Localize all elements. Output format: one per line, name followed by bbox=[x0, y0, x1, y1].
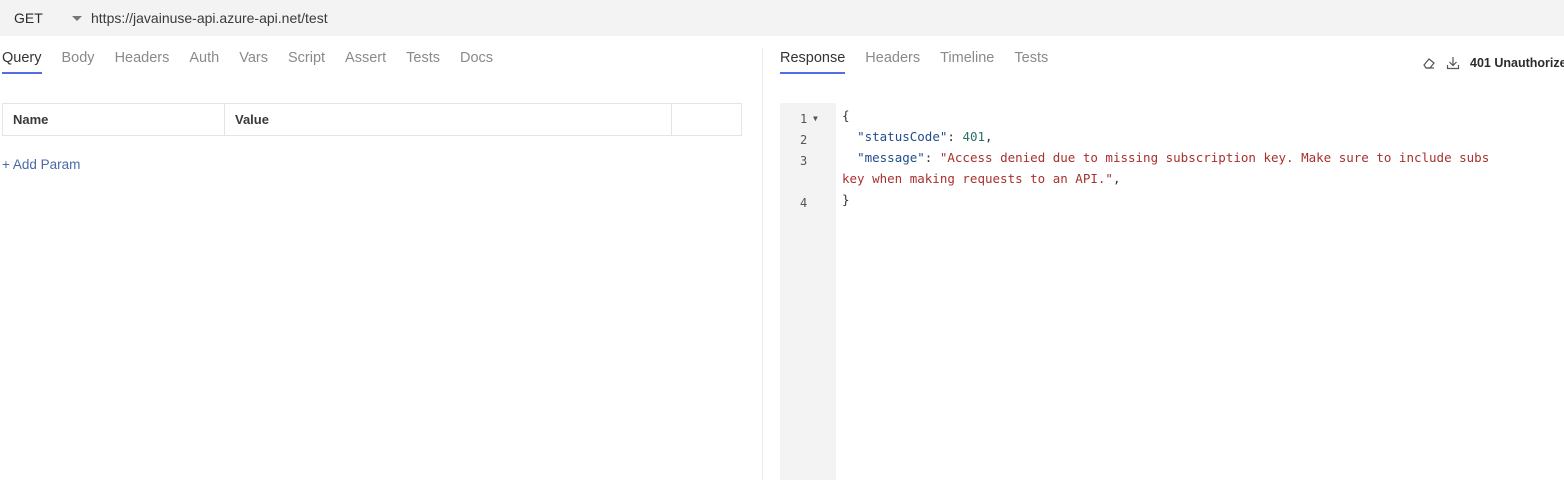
brace-close: } bbox=[842, 192, 850, 207]
json-key: "message" bbox=[857, 150, 925, 165]
tab-query[interactable]: Query bbox=[2, 50, 42, 74]
method-dropdown-icon[interactable] bbox=[72, 15, 82, 21]
line-number: 4 bbox=[800, 196, 808, 210]
line-number-gutter: 1 ▼ 2 3 4 bbox=[780, 103, 836, 480]
code-line: "statusCode": 401, bbox=[857, 129, 993, 144]
json-string: "Access denied due to missing subscripti… bbox=[939, 150, 1490, 165]
code-line: key when making requests to an API.", bbox=[842, 171, 1121, 186]
tab-response-tests[interactable]: Tests bbox=[1014, 50, 1048, 74]
code-line: "message": "Access denied due to missing… bbox=[857, 150, 1490, 165]
fold-arrow-icon[interactable]: ▼ bbox=[813, 114, 818, 123]
url-input[interactable]: https://javainuse-api.azure-api.net/test bbox=[91, 10, 328, 26]
line-number: 3 bbox=[800, 154, 808, 168]
pane-divider[interactable] bbox=[762, 48, 763, 480]
url-bar: GET https://javainuse-api.azure-api.net/… bbox=[0, 0, 1564, 36]
tab-response-headers[interactable]: Headers bbox=[865, 50, 920, 74]
tab-docs[interactable]: Docs bbox=[460, 50, 493, 74]
code-line: { bbox=[842, 108, 850, 123]
brace-open: { bbox=[842, 108, 850, 123]
column-header-value: Value bbox=[225, 104, 672, 135]
tab-headers[interactable]: Headers bbox=[115, 50, 170, 74]
json-string-wrap: key when making requests to an API." bbox=[842, 171, 1113, 186]
column-header-actions bbox=[672, 104, 741, 135]
add-param-button[interactable]: + Add Param bbox=[2, 157, 80, 172]
json-key: "statusCode" bbox=[857, 129, 948, 144]
column-header-name: Name bbox=[3, 104, 225, 135]
line-number: 1 bbox=[800, 112, 808, 126]
response-status-area: 401 Unauthorize bbox=[1422, 56, 1564, 70]
tab-assert[interactable]: Assert bbox=[345, 50, 386, 74]
query-params-table: Name Value bbox=[2, 103, 742, 136]
status-badge: 401 Unauthorize bbox=[1470, 56, 1564, 70]
tab-body[interactable]: Body bbox=[62, 50, 95, 74]
method-selector[interactable]: GET bbox=[14, 10, 54, 26]
tab-script[interactable]: Script bbox=[288, 50, 325, 74]
code-line: } bbox=[842, 192, 850, 207]
download-icon[interactable] bbox=[1446, 56, 1460, 70]
line-number: 2 bbox=[800, 133, 808, 147]
tab-auth[interactable]: Auth bbox=[189, 50, 219, 74]
tab-timeline[interactable]: Timeline bbox=[940, 50, 994, 74]
json-number: 401 bbox=[962, 129, 986, 144]
tab-response[interactable]: Response bbox=[780, 50, 846, 74]
eraser-icon[interactable] bbox=[1422, 56, 1436, 70]
tab-tests[interactable]: Tests bbox=[406, 50, 440, 74]
response-body[interactable]: { "statusCode": 401, "message": "Access … bbox=[842, 108, 1489, 207]
response-tabs: Response Headers Timeline Tests bbox=[780, 50, 1068, 74]
tab-vars[interactable]: Vars bbox=[239, 50, 268, 74]
request-tabs: Query Body Headers Auth Vars Script Asse… bbox=[2, 50, 513, 74]
